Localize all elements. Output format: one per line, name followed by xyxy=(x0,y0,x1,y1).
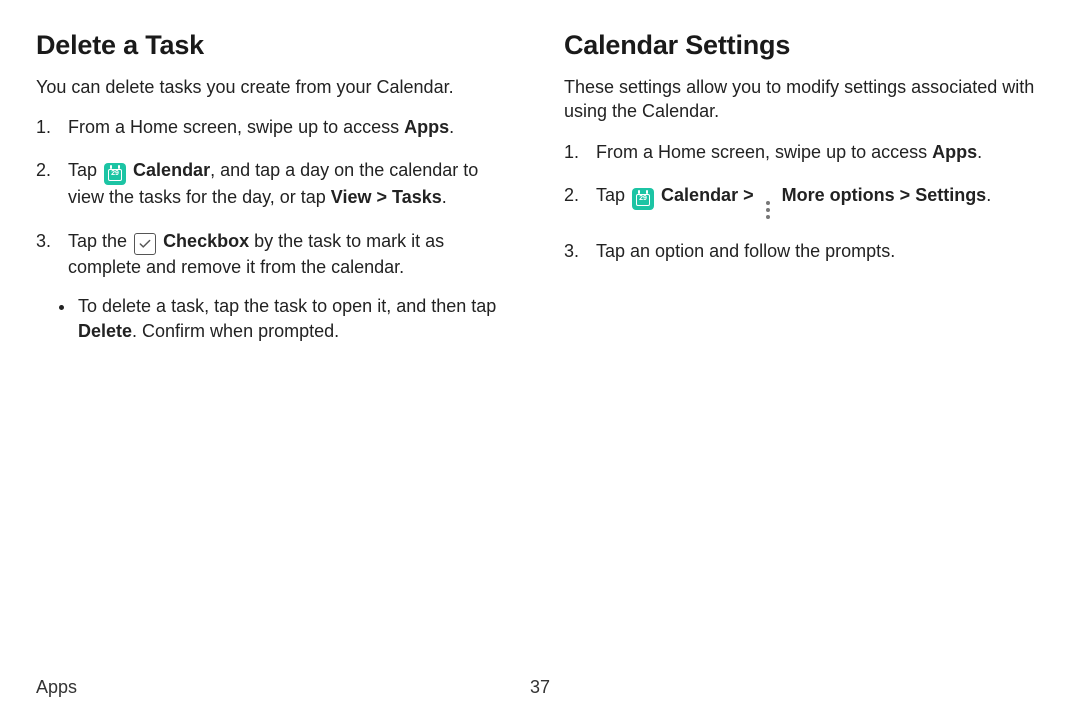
text: Tap an option and follow the prompts. xyxy=(596,241,895,261)
left-column: Delete a Task You can delete tasks you c… xyxy=(36,30,516,362)
bold-view: View xyxy=(331,187,372,207)
chevron-icon: > xyxy=(743,185,754,205)
bold-checkbox: Checkbox xyxy=(163,231,249,251)
checkbox-icon xyxy=(134,233,156,255)
steps-list: From a Home screen, swipe up to access A… xyxy=(564,140,1044,264)
footer-section-label: Apps xyxy=(36,677,77,698)
right-column: Calendar Settings These settings allow y… xyxy=(564,30,1044,362)
calendar-icon: 29 xyxy=(104,163,126,185)
text: . xyxy=(449,117,454,137)
bold-apps: Apps xyxy=(932,142,977,162)
text: Tap xyxy=(68,160,102,180)
intro-text: You can delete tasks you create from you… xyxy=(36,75,516,99)
calendar-icon-number: 29 xyxy=(632,195,654,202)
step-1: From a Home screen, swipe up to access A… xyxy=(564,140,1044,165)
step-3: Tap an option and follow the prompts. xyxy=(564,239,1044,264)
text: From a Home screen, swipe up to access xyxy=(68,117,404,137)
page-footer: Apps 37 xyxy=(36,677,1044,698)
step-2: Tap 29 Calendar > More options > Setting… xyxy=(564,183,1044,221)
steps-list: From a Home screen, swipe up to access A… xyxy=(36,115,516,344)
intro-text: These settings allow you to modify setti… xyxy=(564,75,1044,124)
heading-calendar-settings: Calendar Settings xyxy=(564,30,1044,61)
text: . xyxy=(986,185,991,205)
text: . xyxy=(977,142,982,162)
chevron-icon: > xyxy=(377,187,388,207)
chevron-icon: > xyxy=(900,185,911,205)
bold-tasks: Tasks xyxy=(392,187,442,207)
text: Tap xyxy=(596,185,630,205)
text: Tap the xyxy=(68,231,132,251)
step-2: Tap 29 Calendar, and tap a day on the ca… xyxy=(36,158,516,210)
text: From a Home screen, swipe up to access xyxy=(596,142,932,162)
step-1: From a Home screen, swipe up to access A… xyxy=(36,115,516,140)
footer-page-number: 37 xyxy=(530,677,550,698)
calendar-icon: 29 xyxy=(632,188,654,210)
step-3: Tap the Checkbox by the task to mark it … xyxy=(36,229,516,345)
bold-calendar: Calendar xyxy=(661,185,738,205)
text: . xyxy=(442,187,447,207)
bold-delete: Delete xyxy=(78,321,132,341)
bold-apps: Apps xyxy=(404,117,449,137)
sub-bullet-list: To delete a task, tap the task to open i… xyxy=(76,294,516,344)
text: To delete a task, tap the task to open i… xyxy=(78,296,496,316)
content-columns: Delete a Task You can delete tasks you c… xyxy=(36,30,1044,362)
bold-calendar: Calendar xyxy=(133,160,210,180)
calendar-icon-number: 29 xyxy=(104,170,126,177)
more-options-icon xyxy=(761,199,775,221)
sub-bullet: To delete a task, tap the task to open i… xyxy=(76,294,516,344)
heading-delete-task: Delete a Task xyxy=(36,30,516,61)
bold-settings: Settings xyxy=(915,185,986,205)
text: . Confirm when prompted. xyxy=(132,321,339,341)
bold-more-options: More options xyxy=(782,185,895,205)
